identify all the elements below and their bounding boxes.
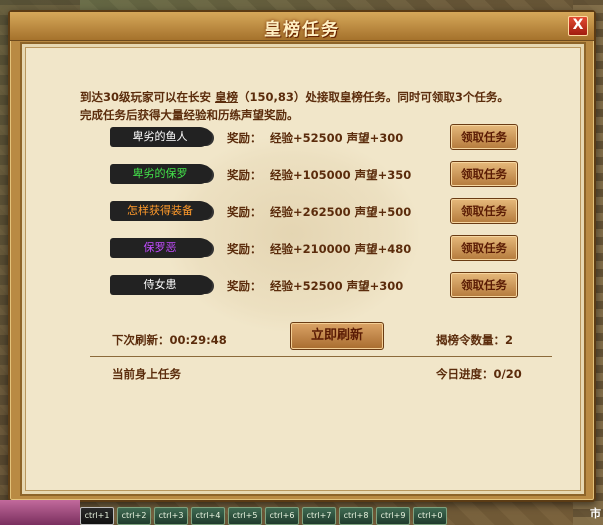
intro-place-link[interactable]: 皇榜 [215, 90, 238, 104]
task-row: 保罗恶 奖励： 经验+210000 声望+480 领取任务 [22, 235, 584, 263]
hotkey-slot[interactable]: ctrl+6 [265, 507, 299, 525]
accept-task-button[interactable]: 领取任务 [450, 161, 518, 187]
hotkey-slot[interactable]: ctrl+2 [117, 507, 151, 525]
hotkey-slot[interactable]: ctrl+4 [191, 507, 225, 525]
reward-value: 经验+262500 声望+500 [270, 205, 412, 219]
reward-label: 奖励： [227, 131, 262, 145]
close-button[interactable]: X [568, 16, 588, 36]
reward-label: 奖励： [227, 279, 262, 293]
imperial-task-window: 皇榜任务 X 到达30级玩家可以在长安 皇榜（150,83）处接取皇榜任务。同时… [8, 10, 596, 502]
intro-before: 到达30级玩家可以在长安 [80, 90, 216, 104]
accept-task-button[interactable]: 领取任务 [450, 198, 518, 224]
hotkey-slot[interactable]: ctrl+0 [413, 507, 447, 525]
task-row: 侍女患 奖励： 经验+52500 声望+300 领取任务 [22, 272, 584, 300]
divider [90, 356, 552, 357]
title-bar[interactable]: 皇榜任务 X [10, 12, 594, 41]
task-name[interactable]: 侍女患 [110, 275, 210, 295]
reward-value: 经验+52500 声望+300 [270, 279, 404, 293]
task-name[interactable]: 卑劣的鱼人 [110, 127, 210, 147]
reward-value: 经验+210000 声望+480 [270, 242, 412, 256]
task-row: 怎样获得装备 奖励： 经验+262500 声望+500 领取任务 [22, 198, 584, 226]
hotkey-slot[interactable]: ctrl+1 [80, 507, 114, 525]
task-name[interactable]: 保罗恶 [110, 238, 210, 258]
today-progress: 今日进度：0/20 [436, 367, 522, 381]
refresh-now-button[interactable]: 立即刷新 [290, 322, 384, 350]
token-count: 揭榜令数量：2 [436, 333, 514, 347]
hotkey-slot[interactable]: ctrl+5 [228, 507, 262, 525]
task-row: 卑劣的保罗 奖励： 经验+105000 声望+350 领取任务 [22, 161, 584, 189]
hotkey-slot[interactable]: ctrl+8 [339, 507, 373, 525]
intro-text: 到达30级玩家可以在长安 皇榜（150,83）处接取皇榜任务。同时可领取3个任务… [80, 88, 520, 124]
reward-label: 奖励： [227, 242, 262, 256]
task-name[interactable]: 卑劣的保罗 [110, 164, 210, 184]
window-title: 皇榜任务 [264, 20, 340, 40]
task-name[interactable]: 怎样获得装备 [110, 201, 210, 221]
current-tasks-label: 当前身上任务 [112, 367, 181, 381]
hotkey-slot[interactable]: ctrl+9 [376, 507, 410, 525]
reward-label: 奖励： [227, 205, 262, 219]
accept-task-button[interactable]: 领取任务 [450, 272, 518, 298]
reward-value: 经验+52500 声望+300 [270, 131, 404, 145]
reward-label: 奖励： [227, 168, 262, 182]
map-tag: 市 [590, 507, 601, 520]
hotkey-bar: ctrl+1 ctrl+2 ctrl+3 ctrl+4 ctrl+5 ctrl+6 ctrl… [80, 507, 447, 525]
hotkey-slot[interactable]: ctrl+3 [154, 507, 188, 525]
accept-task-button[interactable]: 领取任务 [450, 124, 518, 150]
accept-task-button[interactable]: 领取任务 [450, 235, 518, 261]
task-row: 卑劣的鱼人 奖励： 经验+52500 声望+300 领取任务 [22, 124, 584, 152]
next-refresh-timer: 下次刷新：00:29:48 [112, 333, 227, 347]
bottom-left-ornament [0, 500, 80, 525]
task-panel-body: 到达30级玩家可以在长安 皇榜（150,83）处接取皇榜任务。同时可领取3个任务… [20, 42, 586, 496]
hotkey-slot[interactable]: ctrl+7 [302, 507, 336, 525]
reward-value: 经验+105000 声望+350 [270, 168, 412, 182]
